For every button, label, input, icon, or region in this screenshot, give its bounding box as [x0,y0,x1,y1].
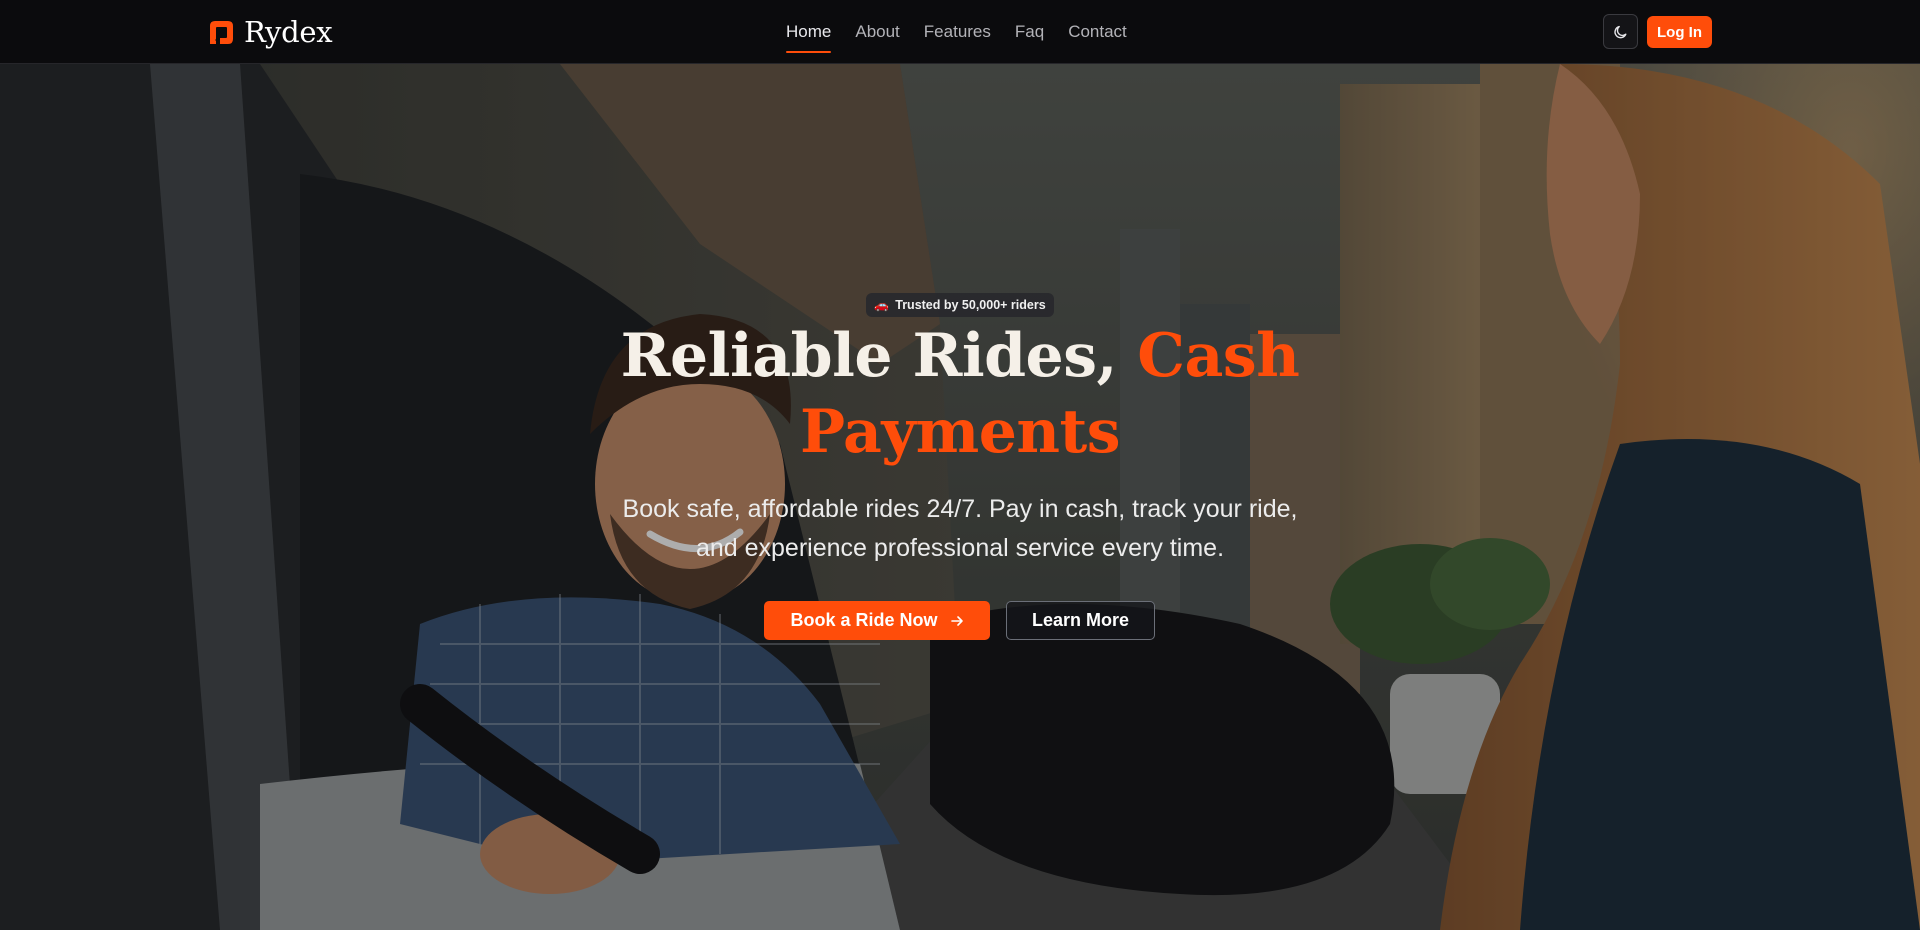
hero-subtext: Book safe, affordable rides 24/7. Pay in… [622,495,1298,562]
main-nav: Home About Features Faq Contact [786,0,1127,64]
navbar: Rydex Home About Features Faq Contact Lo… [0,0,1920,64]
book-ride-label: Book a Ride Now [790,610,938,630]
learn-more-button[interactable]: Learn More [1006,601,1155,640]
trust-badge: 🚗 Trusted by 50,000+ riders [866,293,1054,317]
brand-logo[interactable]: Rydex [207,14,333,50]
nav-link-home[interactable]: Home [786,0,832,64]
login-button[interactable]: Log In [1647,16,1712,48]
brand-name: Rydex [244,15,333,49]
nav-link-contact[interactable]: Contact [1068,0,1127,64]
nav-link-about[interactable]: About [855,0,899,64]
moon-icon [1613,25,1626,38]
nav-link-features[interactable]: Features [924,0,991,64]
car-icon: 🚗 [874,298,890,312]
trust-badge-text: Trusted by 50,000+ riders [895,298,1046,312]
book-ride-button[interactable]: Book a Ride Now [764,601,990,640]
headline-white-part: Reliable Rides, [620,321,1138,391]
arrow-right-icon [950,615,963,626]
rydex-logo-icon [210,20,233,44]
hero-headline: Reliable Rides, Cash Payments [560,318,1360,470]
nav-link-faq[interactable]: Faq [1015,0,1044,64]
theme-toggle-button[interactable] [1603,14,1638,49]
